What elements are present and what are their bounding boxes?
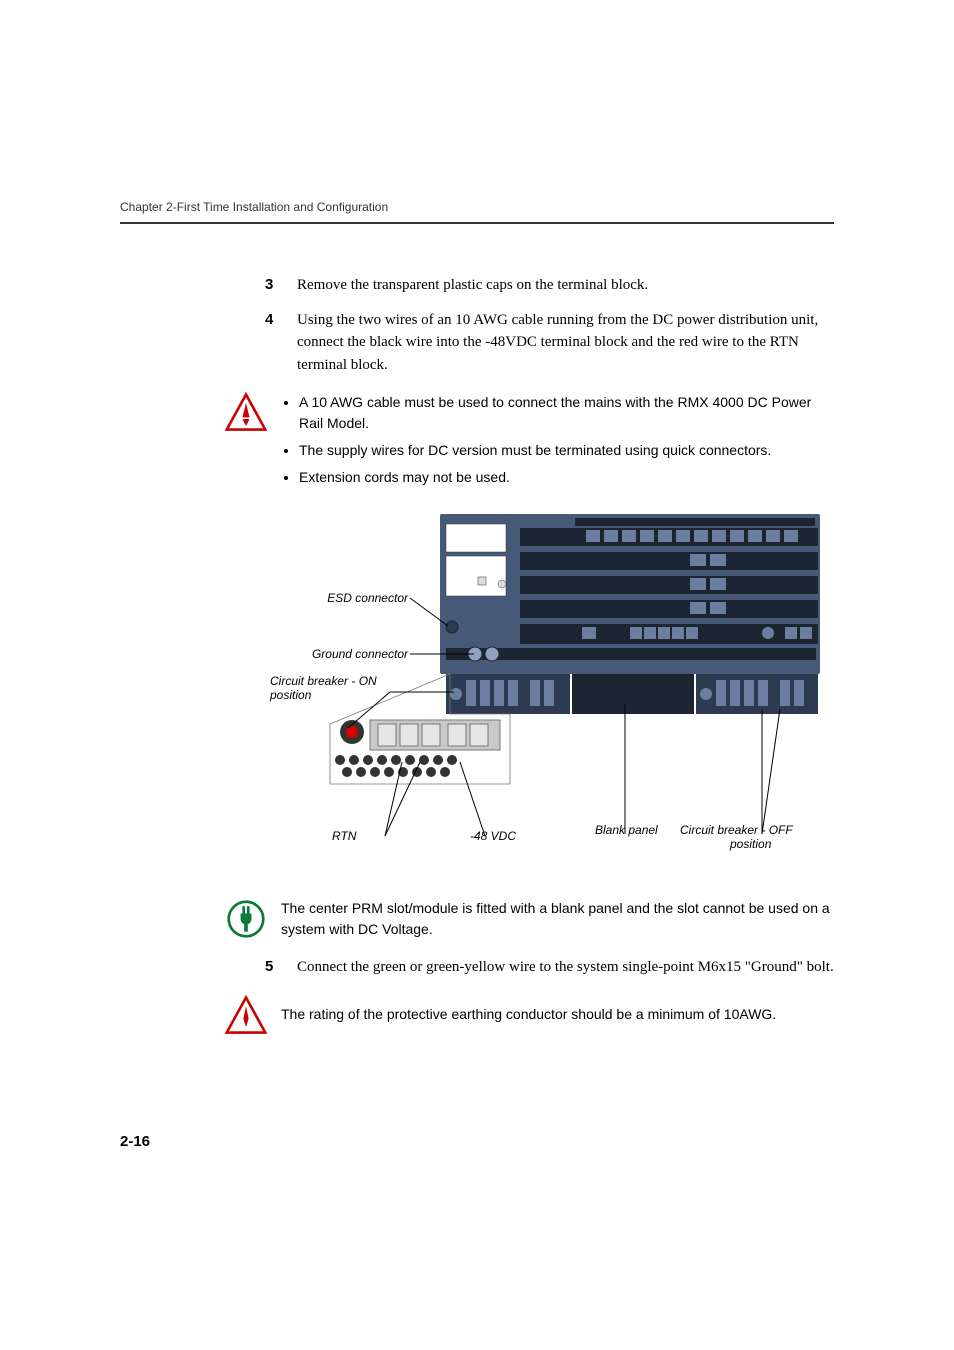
running-header: Chapter 2-First Time Installation and Co… <box>120 200 834 214</box>
label-breaker-off-1: Circuit breaker - OFF <box>680 823 793 837</box>
step-number: 3 <box>265 274 279 297</box>
warning-body: A 10 AWG cable must be used to connect t… <box>281 392 834 494</box>
power-plug-icon <box>225 899 267 939</box>
page-number: 2-16 <box>120 1133 150 1150</box>
label-breaker-on-1: Circuit breaker - ON <box>270 674 377 688</box>
warning-bullet: Extension cords may not be used. <box>299 467 834 488</box>
step-5: 5 Connect the green or green-yellow wire… <box>265 956 834 979</box>
label-rtn: RTN <box>332 829 357 843</box>
warning-block-2: The rating of the protective earthing co… <box>225 995 834 1035</box>
note-text: The center PRM slot/module is fitted wit… <box>281 898 834 940</box>
warning-bullet: A 10 AWG cable must be used to connect t… <box>299 392 834 434</box>
warning-text: The rating of the protective earthing co… <box>281 1004 834 1025</box>
step-number: 4 <box>265 309 279 377</box>
step-text: Using the two wires of an 10 AWG cable r… <box>297 309 834 377</box>
label-ground: Ground connector <box>312 647 409 661</box>
warning-triangle-icon <box>225 392 267 494</box>
step-3: 3 Remove the transparent plastic caps on… <box>265 274 834 297</box>
header-rule <box>120 222 834 224</box>
step-number: 5 <box>265 956 279 979</box>
chassis-diagram: ESD connector Ground connector Circuit b… <box>270 514 834 874</box>
step-text: Connect the green or green-yellow wire t… <box>297 956 834 979</box>
label-breaker-off-2: position <box>729 837 772 851</box>
warning-block-1: A 10 AWG cable must be used to connect t… <box>225 392 834 494</box>
label-esd: ESD connector <box>327 591 409 605</box>
label-48vdc: -48 VDC <box>470 829 516 843</box>
warning-bullet: The supply wires for DC version must be … <box>299 440 834 461</box>
step-text: Remove the transparent plastic caps on t… <box>297 274 834 297</box>
step-4: 4 Using the two wires of an 10 AWG cable… <box>265 309 834 377</box>
label-blank-panel: Blank panel <box>595 823 658 837</box>
note-center-prm: The center PRM slot/module is fitted wit… <box>225 898 834 940</box>
label-breaker-on-2: position <box>270 688 312 702</box>
warning-triangle-icon <box>225 995 267 1035</box>
